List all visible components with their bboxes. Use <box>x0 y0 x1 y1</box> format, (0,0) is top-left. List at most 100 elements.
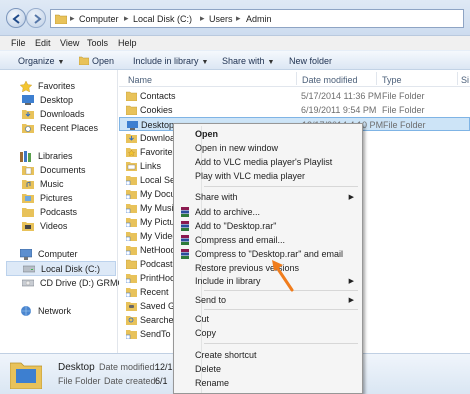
file-type: File Folder <box>382 91 425 101</box>
file-name: Contacts <box>140 91 176 101</box>
forward-arrow-icon <box>34 14 42 24</box>
new-folder-button[interactable]: New folder <box>289 56 332 66</box>
open-button[interactable]: Open <box>78 56 115 66</box>
menu-item-cut[interactable]: Cut <box>176 313 360 326</box>
column-divider[interactable] <box>296 72 297 85</box>
file-row[interactable]: Contacts 5/17/2014 11:36 PM File Folder <box>119 89 470 103</box>
breadcrumb-admin[interactable]: Admin <box>246 14 272 24</box>
menu-item-label: Compress to "Desktop.rar" and email <box>195 249 343 259</box>
folder-icon <box>55 14 67 24</box>
breadcrumb-separator: ▸ <box>236 13 241 23</box>
file-name: Cookies <box>140 105 173 115</box>
nav-favorites-label: Favorites <box>38 81 76 91</box>
podcasts-icon <box>22 208 34 217</box>
menu-item-label: Rename <box>195 378 230 388</box>
column-header: Name Date modified Type Si <box>119 70 470 87</box>
command-toolbar: Organize ▼ Open Include in library ▼ Share… <box>0 50 470 70</box>
shortcut-folder-icon <box>126 274 137 283</box>
menu-item-open[interactable]: Open <box>176 128 360 141</box>
file-name: Podcasts <box>140 259 178 269</box>
menu-item-add-vlc-playlist[interactable]: Add to VLC media player's Playlist <box>176 156 360 169</box>
breadcrumb-local-disk[interactable]: Local Disk (C:) <box>133 14 192 24</box>
share-with-button[interactable]: Share with ▼ <box>222 56 274 66</box>
menu-tools[interactable]: Tools <box>87 38 108 48</box>
nav-podcasts-label: Podcasts <box>40 207 78 217</box>
column-size[interactable]: Si <box>461 75 469 85</box>
folder-open-icon <box>78 56 90 66</box>
menu-item-compress-desktop-rar-email[interactable]: Compress to "Desktop.rar" and email <box>176 248 360 261</box>
file-name: NetHood <box>140 245 176 255</box>
submenu-arrow-icon: ▶ <box>348 297 354 304</box>
forward-button[interactable] <box>26 8 46 28</box>
include-in-library-button[interactable]: Include in library ▼ <box>133 56 208 66</box>
menu-item-send-to[interactable]: Send to ▶ <box>176 294 360 307</box>
nav-music-label: Music <box>40 179 64 189</box>
nav-computer-label: Computer <box>38 249 78 259</box>
menu-bar: File Edit View Tools Help <box>0 36 470 50</box>
menu-item-play-vlc[interactable]: Play with VLC media player <box>176 170 360 183</box>
menu-item-restore-previous-versions[interactable]: Restore previous versions <box>176 262 360 275</box>
file-name: My Docu <box>140 189 176 199</box>
organize-button[interactable]: Organize ▼ <box>18 56 64 66</box>
menu-item-label: Cut <box>195 314 210 324</box>
open-label: Open <box>92 56 115 66</box>
menu-item-share-with[interactable]: Share with ▶ <box>176 191 360 204</box>
shortcut-folder-icon <box>126 288 137 297</box>
links-folder-icon <box>126 162 137 171</box>
nav-cd-drive-label: CD Drive (D:) GRMC <box>40 278 124 288</box>
menu-item-add-desktop-rar[interactable]: Add to "Desktop.rar" <box>176 220 360 233</box>
breadcrumb[interactable]: ▸ Computer ▸ Local Disk (C:) ▸ Users ▸ A… <box>50 9 464 28</box>
menu-item-open-new-window[interactable]: Open in new window <box>176 142 360 155</box>
column-date-modified[interactable]: Date modified <box>302 75 358 85</box>
menu-item-add-archive[interactable]: Add to archive... <box>176 206 360 219</box>
file-name: Recent <box>140 287 169 297</box>
column-name[interactable]: Name <box>128 75 152 85</box>
cd-drive-icon <box>22 279 34 287</box>
nav-libraries-label: Libraries <box>38 151 73 161</box>
winrar-icon <box>181 235 189 245</box>
menu-item-label: Add to archive... <box>195 207 261 217</box>
menu-file[interactable]: File <box>11 38 26 48</box>
menu-help[interactable]: Help <box>118 38 137 48</box>
nav-videos-label: Videos <box>40 221 68 231</box>
column-divider[interactable] <box>376 72 377 85</box>
file-row[interactable]: Cookies 6/19/2011 9:54 PM File Folder <box>119 103 470 117</box>
desktop-folder-icon <box>127 121 138 130</box>
context-menu: Open Open in new window Add to VLC media… <box>173 123 363 394</box>
menu-item-compress-email[interactable]: Compress and email... <box>176 234 360 247</box>
breadcrumb-users[interactable]: Users <box>209 14 233 24</box>
file-type: File Folder <box>382 105 425 115</box>
column-divider[interactable] <box>457 72 458 85</box>
videos-icon <box>22 222 34 231</box>
menu-item-label: Share with <box>195 192 238 202</box>
folder-icon <box>126 259 137 269</box>
menu-view[interactable]: View <box>60 38 79 48</box>
menu-item-create-shortcut[interactable]: Create shortcut <box>176 349 360 362</box>
back-button[interactable] <box>6 8 26 28</box>
menu-item-rename[interactable]: Rename <box>176 377 360 390</box>
nav-pictures-label: Pictures <box>40 193 73 203</box>
nav-network-label: Network <box>38 306 72 316</box>
menu-item-label: Add to "Desktop.rar" <box>195 221 277 231</box>
file-name: Local Set <box>140 175 178 185</box>
menu-item-copy[interactable]: Copy <box>176 327 360 340</box>
details-type: File Folder <box>58 376 101 386</box>
share-with-label: Share with <box>222 56 265 66</box>
downloads-folder-icon <box>126 134 137 143</box>
column-type[interactable]: Type <box>382 75 402 85</box>
menu-item-label: Send to <box>195 295 227 305</box>
submenu-arrow-icon: ▶ <box>348 194 354 201</box>
organize-label: Organize <box>18 56 55 66</box>
breadcrumb-computer[interactable]: Computer <box>79 14 119 24</box>
recent-places-icon <box>22 124 34 133</box>
nav-recent-places-label: Recent Places <box>40 123 99 133</box>
details-created-value: 6/1 <box>155 376 168 386</box>
nav-local-disk[interactable]: Local Disk (C:) <box>6 261 116 276</box>
shortcut-folder-icon <box>126 204 137 213</box>
shortcut-folder-icon <box>126 330 137 339</box>
file-type: File Folder <box>383 120 426 130</box>
menu-item-include-library[interactable]: Include in library ▶ <box>176 275 360 288</box>
menu-item-delete[interactable]: Delete <box>176 363 360 376</box>
menu-edit[interactable]: Edit <box>35 38 51 48</box>
winrar-icon <box>181 249 189 259</box>
